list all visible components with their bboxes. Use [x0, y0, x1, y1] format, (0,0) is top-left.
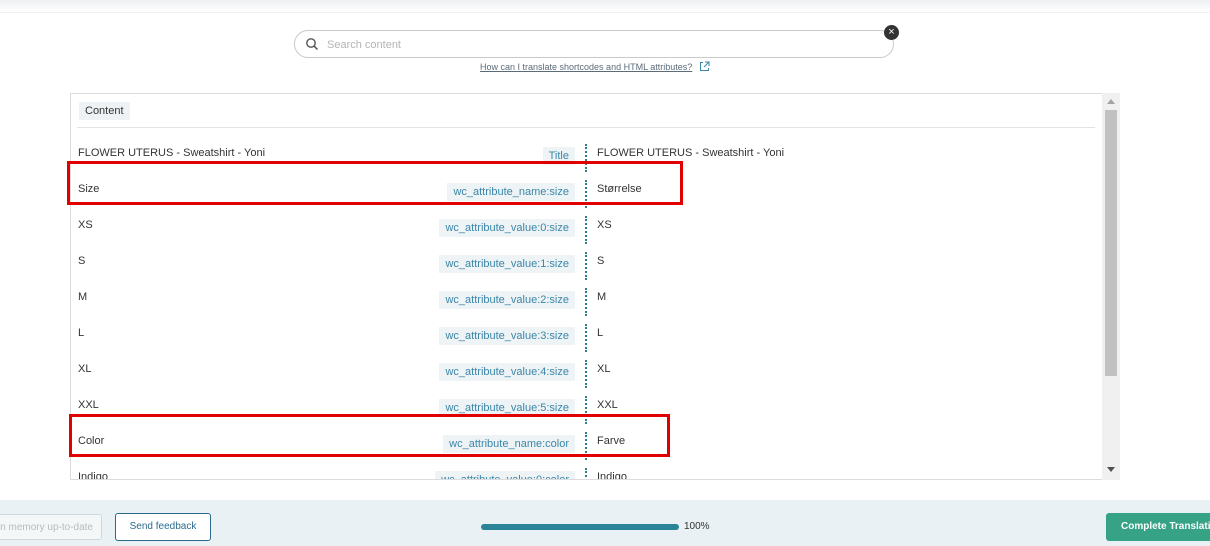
column-separator: [585, 360, 587, 388]
search-input[interactable]: [325, 35, 869, 55]
translation-row[interactable]: XL wc_attribute_value:4:size XL: [71, 350, 1102, 388]
translation-row[interactable]: Indigo wc_attribute_value:0:color Indigo: [71, 458, 1102, 480]
field-type-badge: wc_attribute_value:0:color: [435, 471, 575, 479]
source-text: L: [78, 327, 85, 339]
target-text[interactable]: XXL: [597, 399, 618, 411]
field-type-badge: wc_attribute_value:1:size: [439, 255, 575, 273]
column-separator: [585, 432, 587, 460]
column-separator: [585, 324, 587, 352]
external-link-icon[interactable]: [699, 61, 710, 72]
translation-row[interactable]: M wc_attribute_value:2:size M: [71, 278, 1102, 316]
field-type-badge: wc_attribute_value:2:size: [439, 291, 575, 309]
source-text: S: [78, 255, 86, 267]
clear-search-icon[interactable]: ×: [884, 25, 899, 40]
shortcodes-help-link[interactable]: How can I translate shortcodes and HTML …: [480, 62, 692, 72]
translation-row[interactable]: FLOWER UTERUS - Sweatshirt - Yoni Title …: [71, 134, 1102, 172]
translation-row[interactable]: Color wc_attribute_name:color Farve: [71, 422, 1102, 460]
scroll-down-icon[interactable]: [1107, 467, 1115, 472]
column-separator: [585, 180, 587, 208]
field-type-badge: wc_attribute_value:3:size: [439, 327, 575, 345]
scroll-thumb[interactable]: [1105, 110, 1117, 376]
search-icon: [306, 38, 319, 51]
column-separator: [585, 288, 587, 316]
target-text[interactable]: Størrelse: [597, 183, 642, 195]
panel-scrollbar[interactable]: [1102, 93, 1120, 480]
translation-row[interactable]: Size wc_attribute_name:size Størrelse: [71, 170, 1102, 208]
translation-row[interactable]: XXL wc_attribute_value:5:size XXL: [71, 386, 1102, 424]
target-text[interactable]: L: [597, 327, 603, 339]
column-separator: [585, 252, 587, 280]
top-bar: [0, 0, 1210, 13]
divider: [77, 127, 1095, 128]
translation-memory-button: n memory up-to-date: [0, 514, 102, 540]
content-label: Content: [79, 102, 130, 120]
target-text[interactable]: XL: [597, 363, 610, 375]
search-bar[interactable]: [294, 30, 894, 58]
column-separator: [585, 468, 587, 479]
target-text[interactable]: Indigo: [597, 471, 627, 479]
target-text[interactable]: Farve: [597, 435, 625, 447]
column-separator: [585, 216, 587, 244]
field-type-badge: wc_attribute_name:size: [447, 183, 575, 201]
target-text[interactable]: M: [597, 291, 606, 303]
progress-bar: [481, 524, 679, 530]
footer-bar: n memory up-to-date Send feedback 100% C…: [0, 500, 1210, 546]
field-type-badge: wc_attribute_value:4:size: [439, 363, 575, 381]
send-feedback-button[interactable]: Send feedback: [115, 513, 211, 541]
source-text: Color: [78, 435, 105, 447]
translation-row[interactable]: L wc_attribute_value:3:size L: [71, 314, 1102, 352]
field-type-badge: Title: [542, 147, 575, 165]
field-type-badge: wc_attribute_value:5:size: [439, 399, 575, 417]
field-type-badge: wc_attribute_value:0:size: [439, 219, 575, 237]
source-text: XS: [78, 219, 93, 231]
target-text[interactable]: FLOWER UTERUS - Sweatshirt - Yoni: [597, 147, 784, 159]
source-text: M: [78, 291, 88, 303]
column-separator: [585, 144, 587, 172]
source-text: XL: [78, 363, 92, 375]
source-text: Indigo: [78, 471, 108, 480]
translation-row[interactable]: S wc_attribute_value:1:size S: [71, 242, 1102, 280]
source-text: XXL: [78, 399, 99, 411]
translation-panel: Content FLOWER UTERUS - Sweatshirt - Yon…: [70, 93, 1102, 480]
source-text: FLOWER UTERUS - Sweatshirt - Yoni: [78, 147, 266, 159]
progress-label: 100%: [684, 521, 710, 532]
source-text: Size: [78, 183, 100, 195]
field-type-badge: wc_attribute_name:color: [443, 435, 575, 453]
target-text[interactable]: S: [597, 255, 604, 267]
translation-row[interactable]: XS wc_attribute_value:0:size XS: [71, 206, 1102, 244]
complete-translation-button[interactable]: Complete Translation: [1106, 513, 1210, 541]
progress-fill: [481, 524, 679, 530]
scroll-up-icon[interactable]: [1107, 99, 1115, 104]
target-text[interactable]: XS: [597, 219, 612, 231]
column-separator: [585, 396, 587, 424]
